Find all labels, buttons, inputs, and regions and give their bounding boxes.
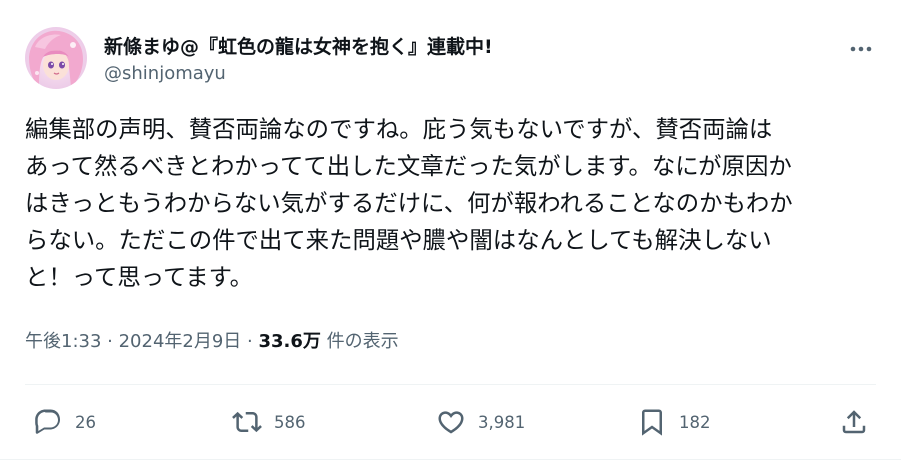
- tweet-header: 新條まゆ@『虹色の龍は女神を抱く』連載中! @shinjomayu: [25, 27, 876, 91]
- bookmark-button[interactable]: 182: [637, 402, 711, 442]
- views-count[interactable]: 33.6万: [258, 331, 320, 352]
- avatar[interactable]: [25, 27, 87, 89]
- like-button[interactable]: 3,981: [436, 402, 525, 442]
- reply-count: 26: [75, 412, 96, 432]
- more-options-button[interactable]: [846, 37, 876, 61]
- bottom-divider: [0, 459, 901, 460]
- more-dots-icon: [850, 46, 872, 52]
- heart-icon: [438, 411, 464, 434]
- share-icon: [842, 410, 866, 434]
- tweet-time[interactable]: 午後1:33: [25, 331, 101, 352]
- tweet-metadata: 午後1:33 · 2024年2月9日 · 33.6万 件の表示: [25, 329, 399, 355]
- tweet-date[interactable]: 2024年2月9日: [119, 331, 242, 352]
- like-count: 3,981: [478, 412, 526, 432]
- meta-separator: ·: [101, 331, 119, 352]
- bookmark-count: 182: [679, 412, 711, 432]
- tweet-actions: 26 586 3,981 182: [25, 402, 876, 442]
- meta-separator: ·: [241, 331, 259, 352]
- author-handle[interactable]: @shinjomayu: [104, 62, 493, 86]
- divider: [25, 384, 876, 385]
- repost-icon: [232, 411, 262, 433]
- author-display-name[interactable]: 新條まゆ@『虹色の龍は女神を抱く』連載中!: [104, 35, 493, 59]
- author-names: 新條まゆ@『虹色の龍は女神を抱く』連載中! @shinjomayu: [104, 35, 493, 86]
- repost-count: 586: [274, 412, 306, 432]
- avatar-illustration-icon: [25, 27, 87, 89]
- views-label: 件の表示: [320, 331, 399, 352]
- repost-button[interactable]: 586: [232, 402, 306, 442]
- tweet-text: 編集部の声明、賛否両論なのですね。庇う気もないですが、賛否両論は あって然るべき…: [25, 115, 793, 291]
- bookmark-icon: [642, 409, 662, 436]
- reply-button[interactable]: 26: [33, 402, 96, 442]
- tweet-card: 新條まゆ@『虹色の龍は女神を抱く』連載中! @shinjomayu 編集部の声明…: [0, 0, 901, 470]
- reply-icon: [35, 409, 61, 434]
- share-button[interactable]: [839, 402, 869, 442]
